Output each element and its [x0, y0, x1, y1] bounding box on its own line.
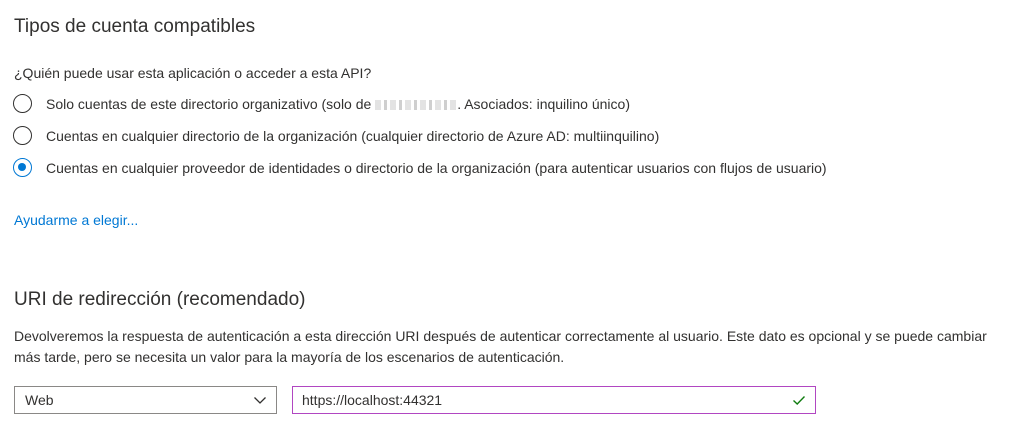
- redacted-org-name: [375, 99, 458, 110]
- radio-any-identity-provider[interactable]: Cuentas en cualquier proveedor de identi…: [13, 158, 827, 177]
- radio-multi-tenant-label: Cuentas en cualquier directorio de la or…: [46, 127, 660, 144]
- radio-single-tenant[interactable]: Solo cuentas de este directorio organiza…: [13, 94, 630, 113]
- label-part-after: . Asociados: inquilino único): [457, 95, 630, 112]
- radio-multi-tenant[interactable]: Cuentas en cualquier directorio de la or…: [13, 126, 659, 145]
- help-me-choose-link[interactable]: Ayudarme a elegir...: [14, 212, 138, 228]
- radio-button-circle[interactable]: [13, 126, 32, 145]
- platform-dropdown[interactable]: Web: [14, 386, 277, 414]
- redirect-uri-field[interactable]: [292, 386, 816, 414]
- radio-button-circle-selected[interactable]: [13, 158, 32, 177]
- account-question-text: ¿Quién puede usar esta aplicación o acce…: [14, 65, 372, 81]
- redirect-uri-title: URI de redirección (recomendado): [14, 289, 306, 310]
- platform-dropdown-value: Web: [25, 392, 54, 408]
- redirect-uri-input[interactable]: [302, 392, 792, 408]
- redirect-uri-description: Devolveremos la respuesta de autenticaci…: [14, 328, 987, 365]
- checkmark-icon: [793, 396, 806, 405]
- radio-any-identity-provider-label: Cuentas en cualquier proveedor de identi…: [46, 159, 827, 176]
- label-part-before: Solo cuentas de este directorio organiza…: [46, 95, 376, 112]
- radio-single-tenant-label: Solo cuentas de este directorio organiza…: [46, 96, 630, 112]
- chevron-down-icon: [254, 397, 266, 404]
- supported-account-types-title: Tipos de cuenta compatibles: [14, 16, 256, 37]
- radio-button-circle[interactable]: [13, 94, 32, 113]
